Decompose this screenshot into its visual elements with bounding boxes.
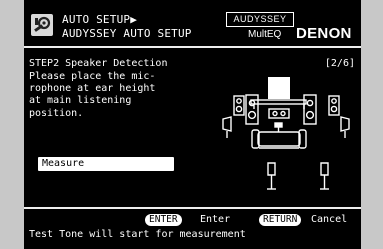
- cancel-label: Cancel: [311, 214, 348, 225]
- microphone-icon: [274, 122, 283, 132]
- status-text: Test Tone will start for measurement: [29, 229, 246, 240]
- setup-screen: AUTO SETUP▶ AUDYSSEY AUTO SETUP AUDYSSEY…: [24, 0, 361, 249]
- center-speaker-icon: [268, 108, 290, 119]
- subwoofer-right-icon: [328, 95, 340, 116]
- rear-right-speaker-icon: [320, 162, 329, 190]
- subwoofer-left-icon: [233, 95, 245, 116]
- surround-left-speaker-icon: [222, 116, 232, 138]
- denon-logo: DENON: [296, 25, 352, 42]
- surround-right-speaker-icon: [340, 116, 350, 138]
- speaker-layout-diagram: [222, 77, 350, 190]
- step-title: STEP2 Speaker Detection: [29, 58, 168, 69]
- audyssey-logo: AUDYSSEY: [226, 12, 294, 27]
- setup-tools-icon: [31, 14, 53, 36]
- multeq-logo: MultEQ: [248, 29, 282, 40]
- instruction-text: Please place the mic- rophone at ear hei…: [29, 71, 156, 119]
- return-key-button[interactable]: RETURN: [259, 214, 302, 226]
- measure-button[interactable]: Measure: [38, 157, 174, 171]
- footer-divider: [24, 207, 361, 209]
- enter-label: Enter: [200, 214, 231, 225]
- rear-left-speaker-icon: [267, 162, 276, 190]
- page-title: AUDYSSEY AUTO SETUP: [62, 27, 192, 40]
- sofa-icon: [251, 129, 307, 149]
- header-divider: [24, 46, 361, 48]
- tv-icon: [250, 77, 307, 109]
- breadcrumb-auto-setup: AUTO SETUP▶: [62, 13, 138, 26]
- enter-key-button[interactable]: ENTER: [145, 214, 182, 226]
- page-indicator: [2/6]: [324, 58, 355, 69]
